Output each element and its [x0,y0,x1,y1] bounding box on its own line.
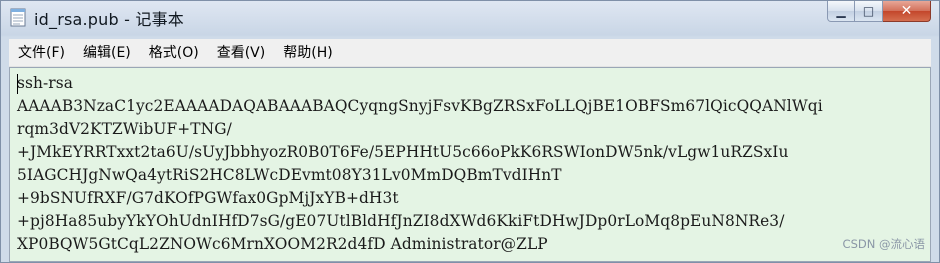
window-title: id_rsa.pub - 记事本 [34,10,185,29]
maximize-button[interactable]: □ [855,1,883,22]
title-bar[interactable]: id_rsa.pub - 记事本 ▁ □ ✕ [1,1,939,35]
text-line: +9bSNUfRXF/G7dKOfPGWfax0GpMjJxYB+dH3t [17,189,399,207]
menu-file[interactable]: 文件(F) [9,42,74,64]
maximize-icon: □ [862,4,875,18]
text-line: XP0BQW5GtCqL2ZNOWc6MrnXOOM2R2d4fD Admini… [17,235,548,253]
close-icon: ✕ [900,3,913,19]
notepad-icon[interactable] [10,7,26,27]
text-line: AAAAB3NzaC1yc2EAAAADAQABAAABAQCyqngSnyjF… [17,97,823,115]
text-line: ssh-rsa [17,74,74,92]
minimize-button[interactable]: ▁ [827,1,855,22]
text-line: rqm3dV2KTZWibUF+TNG/ [17,120,232,138]
menu-edit[interactable]: 编辑(E) [74,42,140,64]
text-editor-area[interactable]: ssh-rsa AAAAB3NzaC1yc2EAAAADAQABAAABAQCy… [9,67,931,262]
minimize-icon: ▁ [836,4,846,18]
close-button[interactable]: ✕ [883,1,931,22]
text-line: +JMkEYRRTxxt2ta6U/sUyJbbhyozR0B0T6Fe/5EP… [17,143,789,161]
menu-help[interactable]: 帮助(H) [274,42,341,64]
notepad-window: id_rsa.pub - 记事本 ▁ □ ✕ 文件(F) 编辑(E) 格式(O)… [0,0,940,263]
text-line: 5IAGCHJgNwQa4ytRiS2HC8LWcDEvmt08Y31Lv0Mm… [17,166,562,184]
text-line: +pj8Ha85ubyYkYOhUdnIHfD7sG/gE07UtlBldHfJ… [17,212,785,230]
watermark: CSDN @流心语 [842,237,925,251]
caption-buttons: ▁ □ ✕ [827,1,931,23]
menu-bar: 文件(F) 编辑(E) 格式(O) 查看(V) 帮助(H) [9,39,931,67]
menu-view[interactable]: 查看(V) [208,42,275,64]
menu-format[interactable]: 格式(O) [140,42,208,64]
